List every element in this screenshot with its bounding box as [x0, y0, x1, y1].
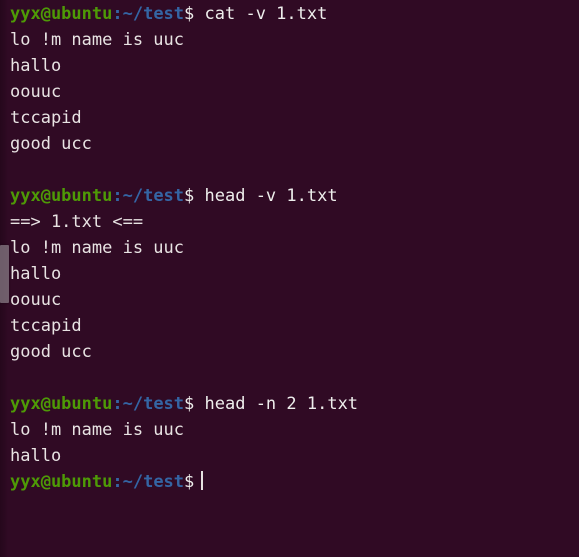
prompt-dollar: $: [184, 4, 195, 24]
prompt-user-host: yyx@ubuntu: [10, 472, 113, 492]
prompt-path: ~/test: [122, 472, 185, 492]
terminal-output-text: tccapid: [10, 316, 82, 336]
terminal-output-line: good ucc: [10, 131, 579, 157]
prompt-dollar: $: [184, 472, 195, 492]
prompt-path: ~/test: [122, 394, 185, 414]
terminal-output-text: oouuc: [10, 290, 62, 310]
terminal-output-text: tccapid: [10, 108, 82, 128]
terminal-output-text: lo !m name is uuc: [10, 238, 184, 258]
terminal-output-line: good ucc: [10, 339, 579, 365]
terminal-output-line: tccapid: [10, 105, 579, 131]
terminal-output-text: lo !m name is uuc: [10, 420, 184, 440]
terminal-scrollbar[interactable]: [0, 0, 9, 557]
terminal-output-text: oouuc: [10, 82, 62, 102]
terminal-output-text: hallo: [10, 56, 62, 76]
terminal-output-line: ==> 1.txt <==: [10, 209, 579, 235]
terminal-output-line: tccapid: [10, 313, 579, 339]
terminal-output-line: oouuc: [10, 287, 579, 313]
prompt-dollar: $: [184, 186, 195, 206]
prompt-dollar: $: [184, 394, 195, 414]
terminal-output-text: good ucc: [10, 134, 92, 154]
prompt-path: ~/test: [122, 4, 185, 24]
prompt-colon: :: [112, 472, 123, 492]
prompt-user-host: yyx@ubuntu: [10, 4, 113, 24]
terminal-output-line: lo !m name is uuc: [10, 27, 579, 53]
terminal-output-line: lo !m name is uuc: [10, 417, 579, 443]
text-cursor: [201, 471, 204, 490]
terminal-output-text: lo !m name is uuc: [10, 30, 184, 50]
terminal-screen[interactable]: yyx@ubuntu:~/test$ cat -v 1.txt lo !m nam…: [10, 1, 579, 495]
terminal-output-text: ==> 1.txt <==: [10, 212, 144, 232]
terminal-output-line: hallo: [10, 53, 579, 79]
csdn-watermark: CSDN @发现王国在逃公主(^o^): [255, 527, 547, 557]
terminal-output-line: oouuc: [10, 79, 579, 105]
prompt-path: ~/test: [122, 186, 185, 206]
terminal-command: cat -v 1.txt: [194, 4, 328, 24]
terminal-output-line: lo !m name is uuc: [10, 235, 579, 261]
terminal-command: head -v 1.txt: [194, 186, 338, 206]
terminal-command: head -n 2 1.txt: [194, 394, 359, 414]
terminal-prompt-line: yyx@ubuntu:~/test$ head -n 2 1.txt: [10, 391, 579, 417]
prompt-user-host: yyx@ubuntu: [10, 186, 113, 206]
prompt-user-host: yyx@ubuntu: [10, 394, 113, 414]
prompt-colon: :: [112, 4, 123, 24]
terminal-output-text: hallo: [10, 264, 62, 284]
terminal-output-line: hallo: [10, 443, 579, 469]
terminal-output-text: hallo: [10, 446, 62, 466]
prompt-colon: :: [112, 394, 123, 414]
scrollbar-thumb[interactable]: [0, 245, 9, 303]
terminal-prompt-line: yyx@ubuntu:~/test$: [10, 469, 579, 495]
prompt-colon: :: [112, 186, 123, 206]
terminal-output-text: good ucc: [10, 342, 92, 362]
terminal-output-line: hallo: [10, 261, 579, 287]
terminal-window[interactable]: yyx@ubuntu:~/test$ cat -v 1.txt lo !m nam…: [0, 0, 579, 557]
terminal-prompt-line: yyx@ubuntu:~/test$ cat -v 1.txt: [10, 1, 579, 27]
terminal-prompt-line: yyx@ubuntu:~/test$ head -v 1.txt: [10, 183, 579, 209]
